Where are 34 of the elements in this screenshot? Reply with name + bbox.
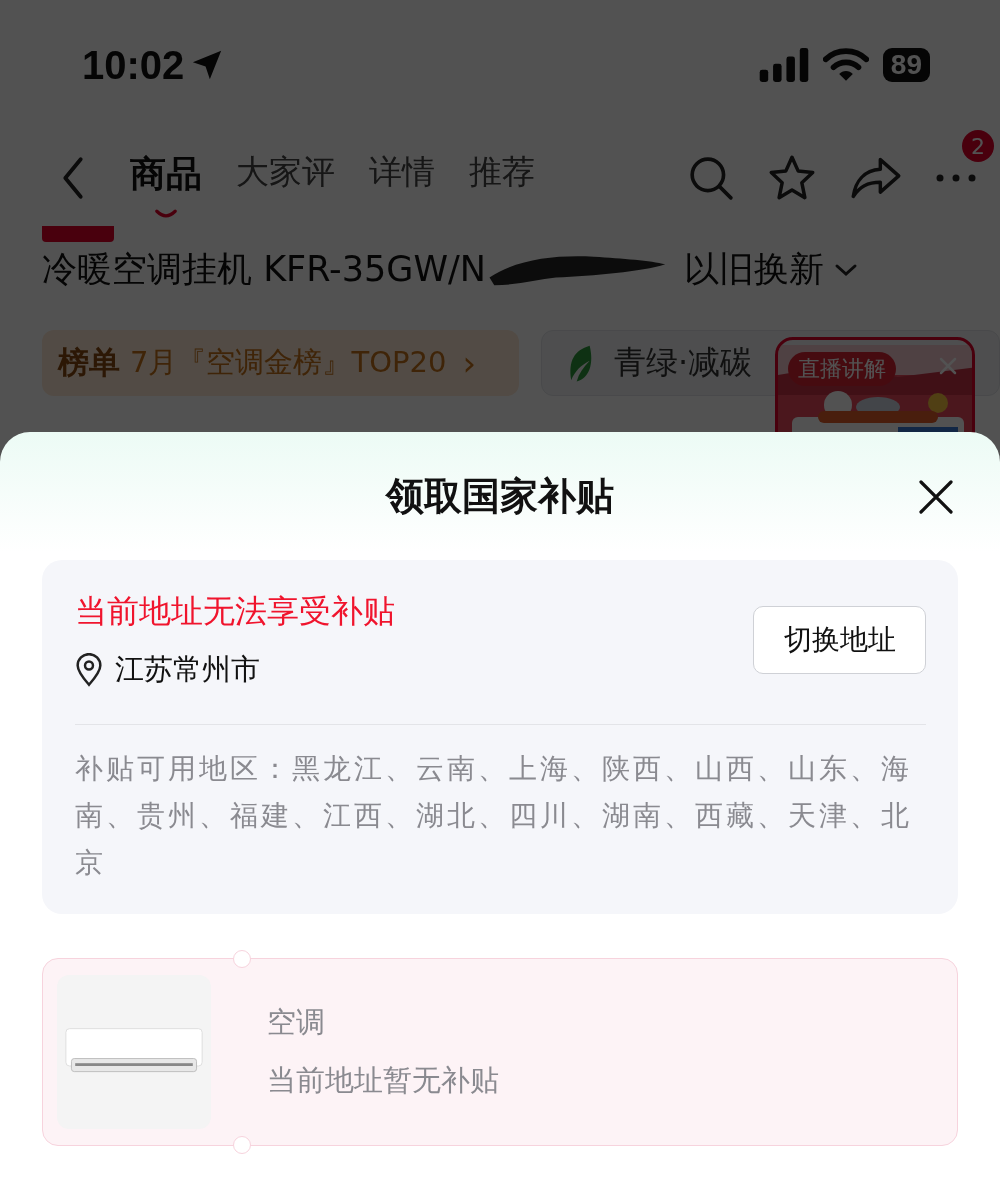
subsidy-status: 当前地址暂无补贴 bbox=[267, 1062, 499, 1099]
close-icon[interactable] bbox=[918, 479, 954, 515]
location-text: 江苏常州市 bbox=[115, 651, 260, 688]
clock-time: 10:02 bbox=[82, 42, 185, 88]
star-icon[interactable] bbox=[768, 154, 816, 202]
product-name: 空调 bbox=[267, 1004, 326, 1041]
switch-address-button[interactable]: 切换地址 bbox=[753, 606, 926, 674]
search-icon[interactable] bbox=[688, 155, 734, 201]
regions-text: 补贴可用地区：黑龙江、云南、上海、陕西、山西、山东、海南、贵州、福建、江西、湖北、四川、湖南、西藏、天津、北京 bbox=[75, 751, 913, 881]
tab-indicator-icon bbox=[155, 208, 177, 219]
notification-badge: 2 bbox=[962, 130, 994, 162]
warning-text: 当前地址无法享受补贴 bbox=[75, 591, 395, 632]
tab[interactable]: 商品 bbox=[130, 149, 202, 207]
wifi-icon bbox=[822, 48, 869, 82]
tab[interactable]: 推荐 bbox=[469, 149, 535, 207]
product-title: 冷暖空调挂机 KFR-35GW/N bbox=[42, 248, 486, 291]
tab[interactable]: 详情 bbox=[369, 149, 435, 207]
signal-icon bbox=[758, 48, 809, 82]
leaf-icon bbox=[567, 343, 594, 383]
ranking-label: 榜单 bbox=[58, 343, 120, 382]
chevron-text: › bbox=[462, 343, 476, 383]
product-tag bbox=[42, 226, 114, 242]
ranking-chip[interactable]: 榜单 7月『空调金榜』TOP20 › bbox=[42, 330, 519, 396]
product-title-suffix: 以旧换新 bbox=[684, 248, 824, 291]
eco-text: 青绿·减碳 bbox=[613, 342, 753, 383]
sheet-title: 领取国家补贴 bbox=[386, 472, 614, 520]
more-icon bbox=[936, 174, 976, 182]
ranking-text: 7月『空调金榜』TOP20 bbox=[130, 344, 447, 381]
live-badge: 直播讲解 bbox=[788, 352, 896, 386]
location-pin-icon bbox=[75, 653, 103, 687]
chevron-down-icon[interactable] bbox=[834, 262, 858, 277]
tab[interactable]: 大家评 bbox=[236, 149, 335, 207]
share-icon[interactable] bbox=[850, 156, 902, 200]
battery-indicator: 89 bbox=[882, 48, 930, 82]
